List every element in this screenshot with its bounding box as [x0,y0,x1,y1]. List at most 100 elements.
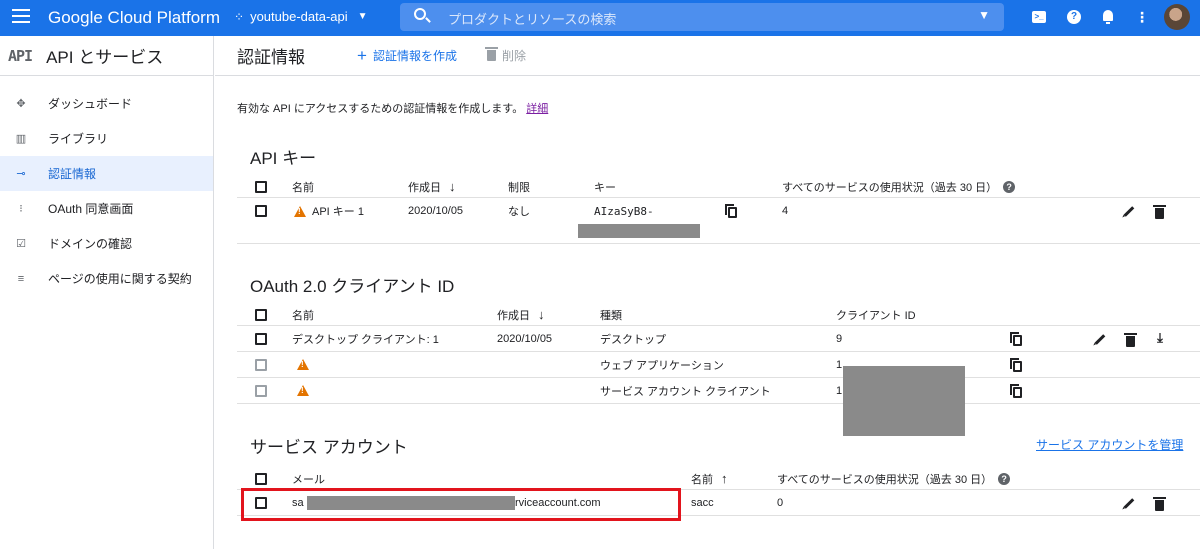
plus-icon: + [357,45,367,65]
arrow-down-icon: ↓ [449,179,456,194]
sidebar-item-label: OAuth 同意画面 [48,202,134,216]
sidebar-item-library[interactable]: ▥ ライブラリ [0,121,213,156]
col-type[interactable]: 種類 [600,304,622,325]
delete-icon[interactable] [1153,205,1166,219]
cloud-shell-icon[interactable]: >_ [1031,9,1047,25]
client-type: サービス アカウント クライアント [600,385,771,398]
col-client-id[interactable]: クライアント ID [836,304,916,325]
redacted-key [578,224,700,238]
col-email[interactable]: メール [292,468,325,489]
sidebar-item-label: ドメインの確認 [48,237,133,251]
copy-icon[interactable] [1010,384,1022,398]
col-key[interactable]: キー [594,176,616,197]
col-created[interactable]: 作成日 ↓ [497,304,545,325]
table-header: 名前 作成日 ↓ 種類 クライアント ID [237,304,1200,326]
copy-icon[interactable] [1010,358,1022,372]
api-key-name[interactable]: API キー 1 [294,198,364,224]
sidebar-item-label: ライブラリ [48,132,109,146]
table-header: 名前 作成日 ↓ 制限 キー すべてのサービスの使用状況（過去 30 日）? [237,176,1200,198]
select-all-checkbox[interactable] [255,472,267,485]
select-all-checkbox[interactable] [255,308,267,321]
hamburger-menu-icon[interactable] [12,9,30,23]
table-row[interactable]: ウェブ アプリケーション 1 [237,352,1200,378]
usage-count: 0 [777,496,784,509]
col-usage-label: すべてのサービスの使用状況（過去 30 日） [777,473,993,486]
learn-more-link[interactable]: 詳細 [526,103,548,115]
sidebar-item-credentials[interactable]: ⊸ 認証情報 [0,156,213,191]
create-credentials-label: 認証情報を作成 [372,49,457,63]
col-usage[interactable]: すべてのサービスの使用状況（過去 30 日）? [782,176,1016,197]
key-icon: ⊸ [16,167,26,180]
delete-icon[interactable] [1153,497,1166,511]
row-checkbox[interactable] [255,332,267,345]
project-name: youtube-data-api [250,9,348,24]
service-accounts-title: サービス アカウント [250,438,408,457]
copy-icon[interactable] [725,204,737,218]
project-selector[interactable]: ⁘ youtube-data-api ▼ [234,9,368,24]
manage-service-accounts-link[interactable]: サービス アカウントを管理 [1036,436,1183,453]
sidebar-item-page-usage-agreements[interactable]: ≡ ページの使用に関する契約 [0,261,213,296]
col-name[interactable]: 名前 [292,176,314,197]
copy-icon[interactable] [1010,332,1022,346]
notifications-icon[interactable] [1100,9,1116,25]
client-name[interactable]: デスクトップ クライアント: 1 [292,326,439,351]
col-name[interactable]: 名前 [292,304,314,325]
search-bar[interactable]: プロダクトとリソースの検索 ▼ [400,3,1004,31]
edit-icon[interactable] [1123,498,1135,509]
client-id: 1 [836,358,843,371]
client-name[interactable] [297,378,315,403]
delete-icon[interactable] [1124,333,1137,347]
description-text: 有効な API にアクセスするための認証情報を作成します。 [237,103,524,115]
col-created[interactable]: 作成日 ↓ [408,176,456,197]
avatar[interactable] [1164,4,1190,30]
arrow-down-icon: ↓ [538,307,545,322]
api-key-value: AIzaSyB8- [594,204,654,218]
download-icon[interactable]: ⤓ [1154,331,1166,344]
edit-icon[interactable] [1094,334,1106,345]
client-type: ウェブ アプリケーション [600,359,724,372]
select-all-checkbox[interactable] [255,180,267,193]
col-name[interactable]: 名前 ↑ [691,468,728,489]
table-header: メール 名前 ↑ すべてのサービスの使用状況（過去 30 日）? [237,468,1200,490]
col-usage[interactable]: すべてのサービスの使用状況（過去 30 日）? [777,468,1011,489]
search-placeholder: プロダクトとリソースの検索 [448,12,617,27]
table-row[interactable]: サービス アカウント クライアント 1 [237,378,1200,404]
client-name[interactable] [297,352,315,377]
redacted-client-ids [843,366,965,436]
brand-title[interactable]: Google Cloud Platform [48,8,220,28]
consent-icon: ⁝ [19,202,23,215]
sidebar-item-domain-verification[interactable]: ☑ ドメインの確認 [0,226,213,261]
help-icon[interactable]: ? [1066,9,1082,25]
create-credentials-button[interactable]: + 認証情報を作成 [357,46,457,66]
sidebar-item-dashboard[interactable]: ✥ ダッシュボード [0,86,213,121]
restriction: なし [508,206,530,218]
dropdown-arrow-icon: ▼ [357,11,368,22]
sidebar-item-oauth-consent[interactable]: ⁝ OAuth 同意画面 [0,191,213,226]
api-keys-table: 名前 作成日 ↓ 制限 キー すべてのサービスの使用状況（過去 30 日）? AP… [237,176,1200,238]
table-row[interactable]: API キー 1 2020/10/05 なし AIzaSyB8- 4 [237,198,1200,224]
table-row[interactable]: デスクトップ クライアント: 1 2020/10/05 デスクトップ 9 ⤓ [237,326,1200,352]
search-icon [414,8,426,20]
created-date: 2020/10/05 [408,205,464,217]
client-type: デスクトップ [600,333,666,346]
library-icon: ▥ [15,132,27,145]
row-checkbox[interactable] [255,384,267,397]
project-icon: ⁘ [234,9,245,24]
col-name-label: 名前 [691,473,713,486]
page-title: 認証情報 [237,48,305,67]
more-vert-icon[interactable]: ⋮ [1134,9,1150,25]
help-icon[interactable]: ? [1003,180,1016,193]
sidebar: API API とサービス ✥ ダッシュボード ▥ ライブラリ ⊸ 認証情報 ⁝… [0,36,214,549]
col-restriction[interactable]: 制限 [508,176,530,197]
edit-icon[interactable] [1123,206,1135,217]
row-checkbox[interactable] [255,358,267,371]
sidebar-item-label: 認証情報 [48,167,97,181]
sidebar-item-label: ダッシュボード [48,97,133,111]
chevron-down-icon[interactable]: ▼ [978,8,990,22]
help-icon[interactable]: ? [998,472,1011,485]
delete-button[interactable]: 削除 [484,47,526,64]
page-header: 認証情報 + 認証情報を作成 削除 [215,36,1200,76]
row-checkbox[interactable] [255,205,267,217]
description: 有効な API にアクセスするための認証情報を作成します。 詳細 [237,100,548,116]
client-id: 1 [836,384,843,397]
